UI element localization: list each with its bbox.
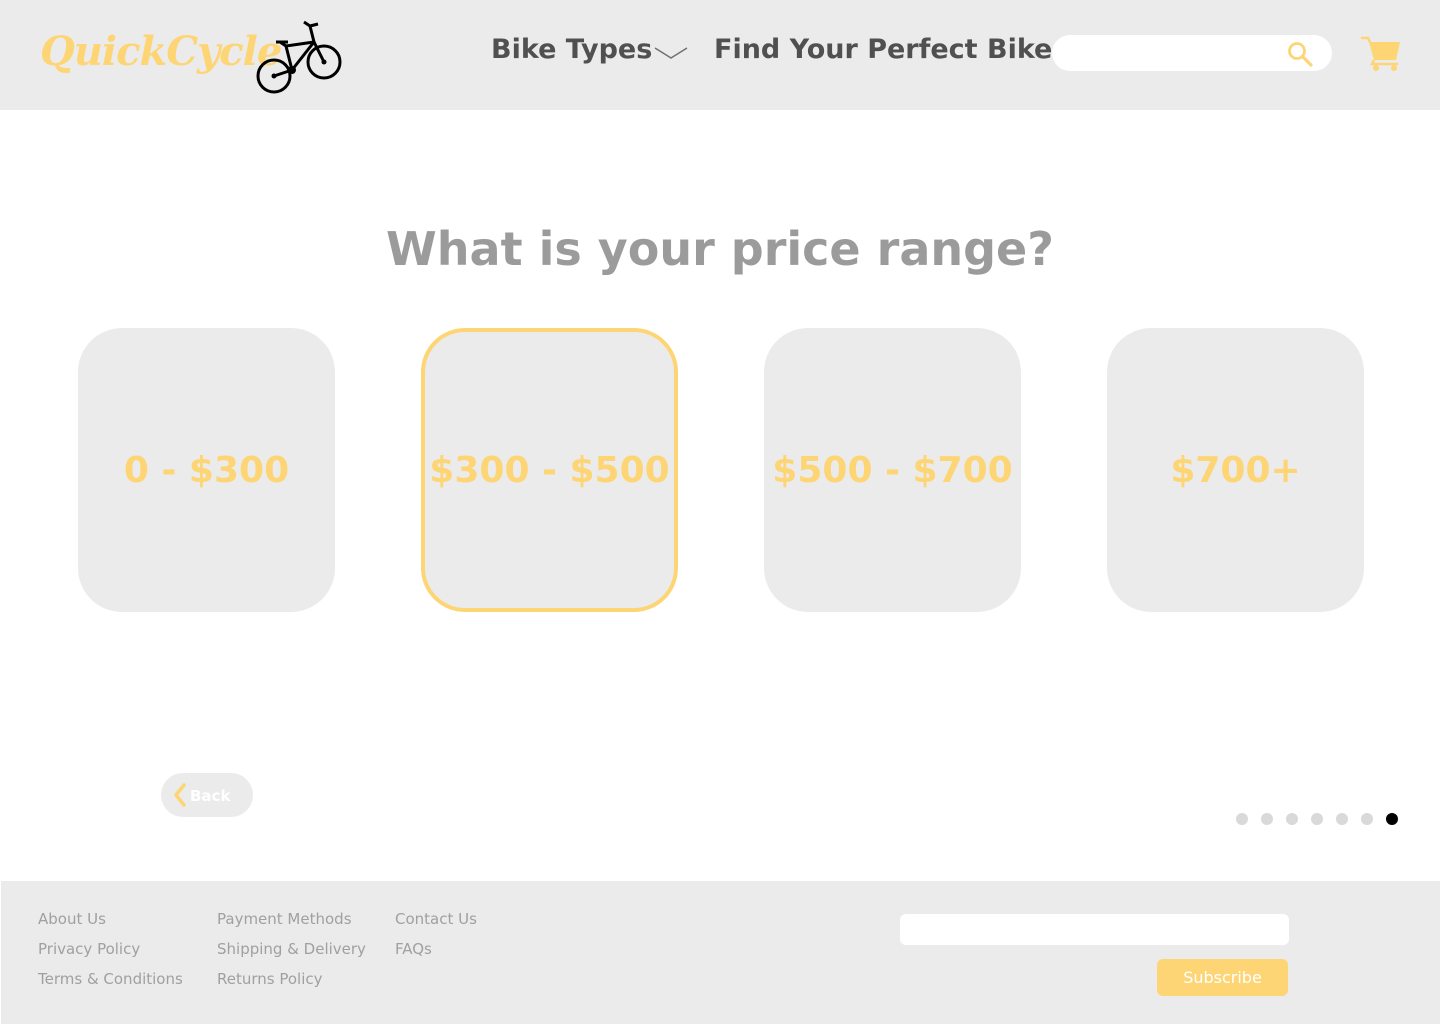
search-input[interactable] (1066, 41, 1276, 65)
site-header: QuickCycle Bike Types Find Your Perfect … (0, 0, 1440, 110)
bicycle-logo-icon (256, 20, 342, 94)
price-option-300-500[interactable]: $300 - $500 (421, 328, 678, 612)
footer-link-terms-conditions[interactable]: Terms & Conditions (38, 964, 183, 994)
price-option-label: 0 - $300 (123, 449, 290, 491)
price-range-question: What is your price range? (386, 222, 1054, 276)
footer-column-help: Contact Us FAQs (395, 904, 477, 964)
footer-link-faqs[interactable]: FAQs (395, 934, 477, 964)
nav-find-your-perfect-bike[interactable]: Find Your Perfect Bike (714, 34, 1052, 65)
footer-link-returns-policy[interactable]: Returns Policy (217, 964, 366, 994)
search-icon[interactable] (1286, 40, 1314, 68)
step-dot-4[interactable] (1311, 813, 1323, 825)
back-button[interactable]: Back (161, 773, 253, 817)
price-option-label: $700+ (1170, 449, 1301, 491)
site-footer: About Us Privacy Policy Terms & Conditio… (1, 881, 1440, 1024)
site-logo[interactable]: QuickCycle (40, 28, 282, 75)
step-dot-5[interactable] (1336, 813, 1348, 825)
chevron-down-icon[interactable] (654, 46, 688, 60)
price-option-700-plus[interactable]: $700+ (1107, 328, 1364, 612)
footer-column-about: About Us Privacy Policy Terms & Conditio… (38, 904, 183, 994)
step-dot-1[interactable] (1236, 813, 1248, 825)
footer-link-about-us[interactable]: About Us (38, 904, 183, 934)
footer-link-payment-methods[interactable]: Payment Methods (217, 904, 366, 934)
chevron-left-icon (174, 783, 186, 807)
cart-icon[interactable] (1360, 34, 1402, 72)
step-dot-7-active[interactable] (1386, 813, 1398, 825)
step-progress-dots (1236, 813, 1398, 827)
back-button-label: Back (190, 787, 231, 805)
footer-link-shipping-delivery[interactable]: Shipping & Delivery (217, 934, 366, 964)
price-option-label: $500 - $700 (772, 449, 1013, 491)
footer-link-contact-us[interactable]: Contact Us (395, 904, 477, 934)
footer-link-privacy-policy[interactable]: Privacy Policy (38, 934, 183, 964)
step-dot-6[interactable] (1361, 813, 1373, 825)
price-option-0-300[interactable]: 0 - $300 (78, 328, 335, 612)
footer-column-orders: Payment Methods Shipping & Delivery Retu… (217, 904, 366, 994)
subscribe-button[interactable]: Subscribe (1157, 959, 1288, 996)
step-dot-3[interactable] (1286, 813, 1298, 825)
newsletter-email-input[interactable] (900, 914, 1289, 945)
nav-bike-types[interactable]: Bike Types (491, 34, 652, 65)
price-option-500-700[interactable]: $500 - $700 (764, 328, 1021, 612)
price-option-label: $300 - $500 (429, 449, 670, 491)
step-dot-2[interactable] (1261, 813, 1273, 825)
